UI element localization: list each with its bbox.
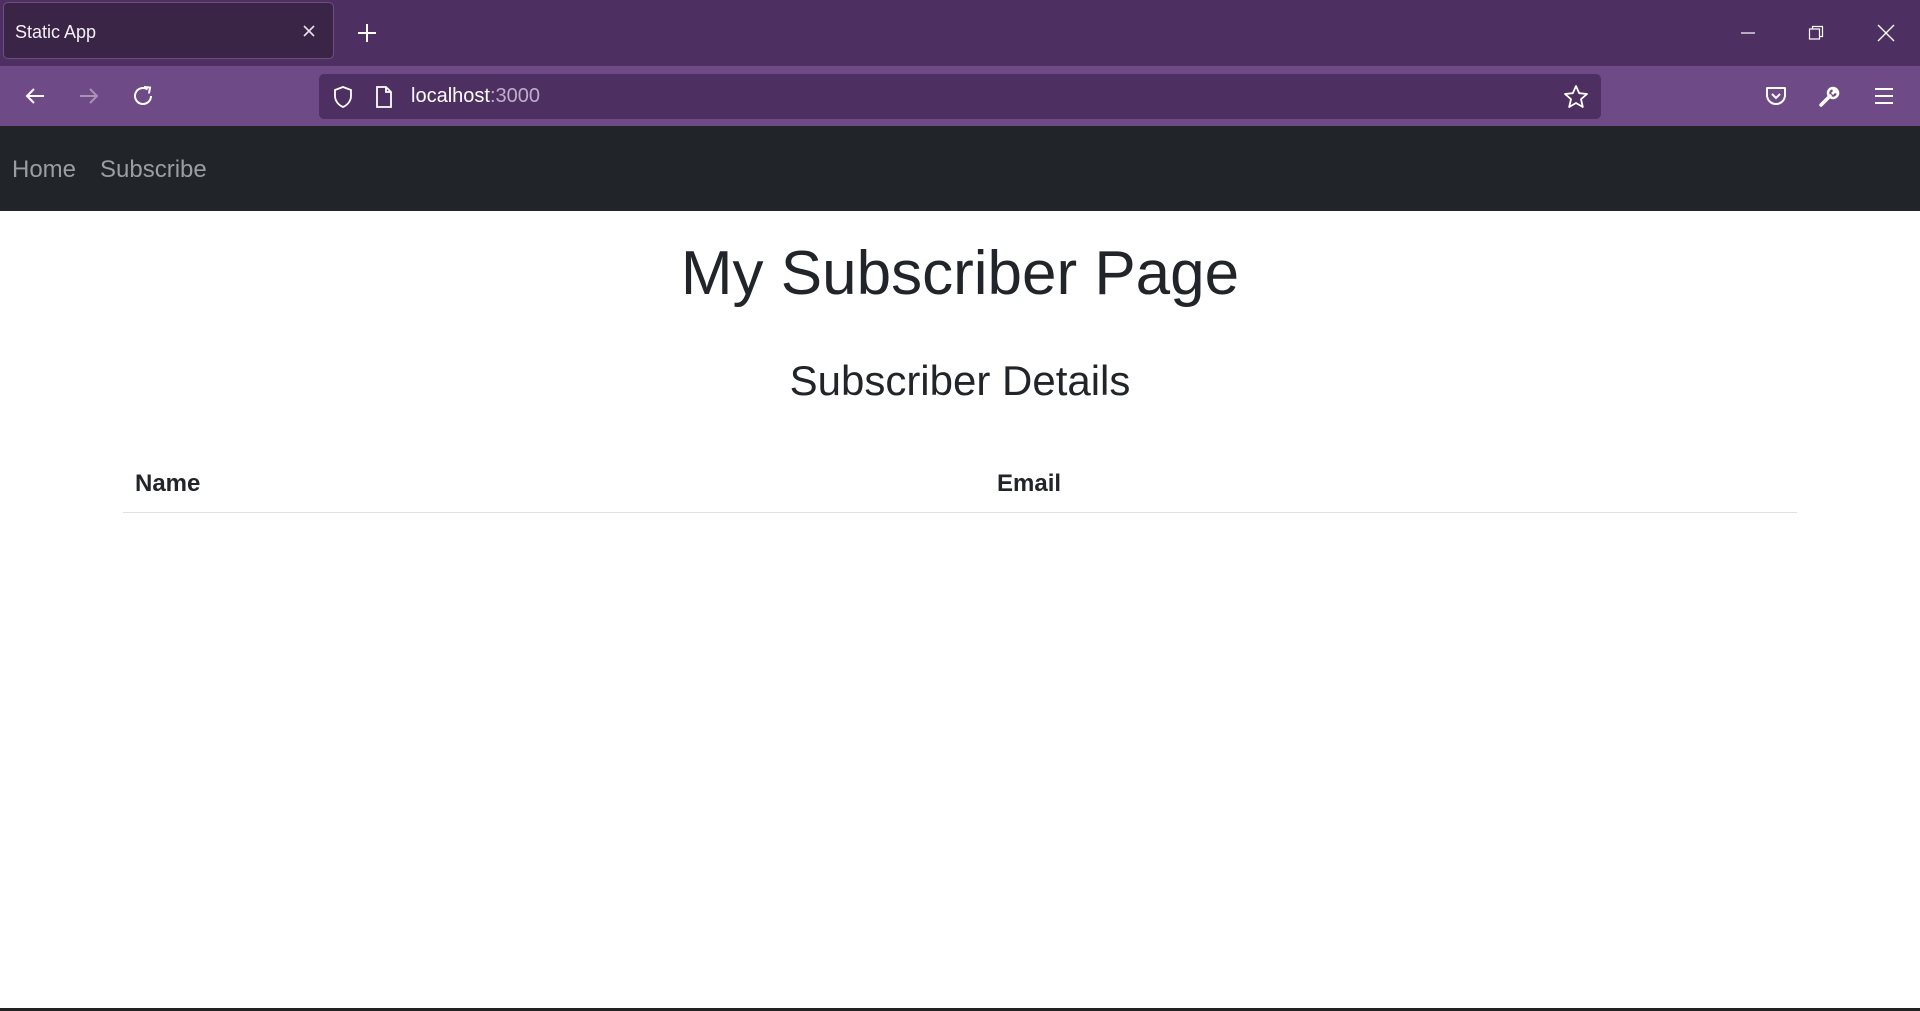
page-title: My Subscriber Page [680,239,1240,308]
url-host: localhost [411,85,490,107]
reload-icon[interactable] [121,74,165,118]
shield-icon[interactable] [330,84,356,110]
back-arrow-icon[interactable] [13,74,57,118]
subscriber-table: Name Email [123,460,1797,513]
forward-arrow-icon[interactable] [67,74,111,118]
nav-link-home[interactable]: Home [12,156,76,184]
hamburger-menu-icon[interactable] [1862,74,1906,118]
restore-icon[interactable] [1782,0,1850,66]
site-navbar: Home Subscribe [0,126,1920,211]
window-close-icon[interactable] [1852,0,1920,66]
tab-title: Static App [15,22,97,42]
browser-titlebar: Static App [0,0,1920,66]
column-header-email: Email [985,460,1797,513]
address-bar[interactable]: localhost:3000 [319,74,1601,119]
browser-tab[interactable]: Static App [3,2,334,59]
star-icon[interactable] [1563,84,1589,110]
section-title: Subscriber Details [789,357,1131,404]
browser-toolbar: localhost:3000 [0,66,1920,126]
plus-icon[interactable] [350,16,384,50]
wrench-icon[interactable] [1808,74,1852,118]
minimize-icon[interactable] [1714,0,1782,66]
pocket-icon[interactable] [1754,74,1798,118]
page-icon[interactable] [371,84,397,110]
table-header-row: Name Email [123,460,1797,513]
url-port: :3000 [489,85,540,107]
url-text[interactable]: localhost:3000 [411,85,540,108]
column-header-name: Name [123,460,985,513]
nav-link-subscribe[interactable]: Subscribe [100,156,207,184]
close-icon[interactable] [295,17,323,45]
